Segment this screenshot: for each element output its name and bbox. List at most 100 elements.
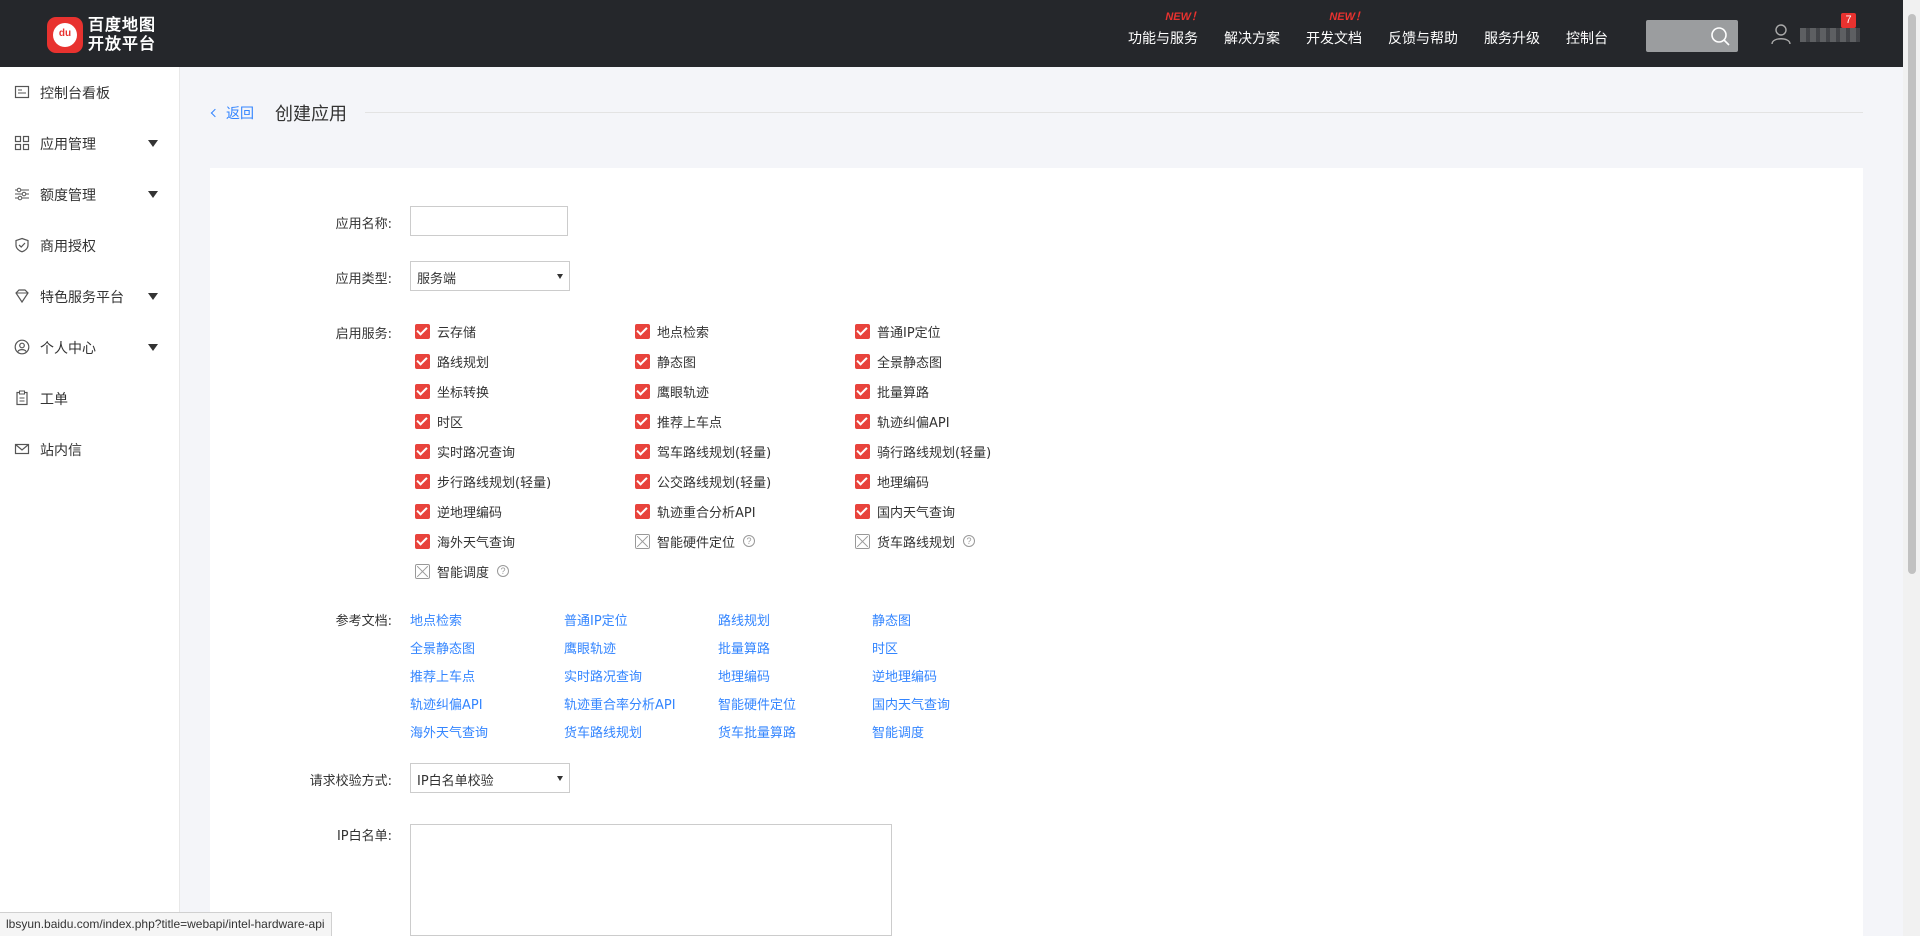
- service-checkbox[interactable]: 云存储: [415, 322, 476, 341]
- service-checkbox[interactable]: 鹰眼轨迹: [635, 382, 709, 401]
- notification-badge[interactable]: 7: [1841, 13, 1856, 28]
- sidebar-item-personal-center[interactable]: 个人中心: [0, 327, 180, 367]
- app-name-label: 应用名称:: [335, 217, 392, 232]
- help-icon[interactable]: ?: [497, 565, 510, 577]
- service-checkbox[interactable]: 逆地理编码: [415, 502, 502, 521]
- sidebar-item-ticket[interactable]: 工单: [0, 378, 180, 418]
- checked-icon: [855, 383, 870, 399]
- ip-whitelist-textarea[interactable]: [410, 824, 892, 936]
- service-checkbox[interactable]: 轨迹纠偏API: [855, 412, 950, 431]
- service-checkbox-disabled[interactable]: 智能调度?: [415, 562, 510, 581]
- chevron-left-icon: [210, 108, 220, 118]
- service-checkbox[interactable]: 步行路线规划(轻量): [415, 472, 551, 491]
- search-input[interactable]: [1652, 24, 1712, 48]
- checked-icon: [415, 473, 430, 489]
- help-icon[interactable]: ?: [743, 535, 756, 547]
- checked-icon: [415, 533, 430, 549]
- doc-link[interactable]: 海外天气查询: [410, 722, 488, 741]
- map-pin-icon: du: [47, 17, 83, 53]
- help-icon[interactable]: ?: [963, 535, 976, 547]
- top-navigation-bar: du 百度地图 开放平台 功能与服务 NEW！ 解决方案 开发文档 NEW！ 反馈与…: [0, 0, 1903, 67]
- docs-label: 参考文档:: [335, 614, 392, 629]
- service-checkbox[interactable]: 推荐上车点: [635, 412, 722, 431]
- service-checkbox-disabled[interactable]: 货车路线规划?: [855, 532, 976, 551]
- service-checkbox[interactable]: 地点检索: [635, 322, 709, 341]
- doc-link[interactable]: 货车路线规划: [564, 722, 642, 741]
- doc-link[interactable]: 推荐上车点: [410, 666, 475, 685]
- back-link[interactable]: 返回: [210, 103, 254, 123]
- app-type-select[interactable]: 服务端: [410, 261, 570, 291]
- logo-text: 百度地图 开放平台: [88, 15, 156, 53]
- doc-link[interactable]: 智能调度: [872, 722, 924, 741]
- checked-icon: [855, 413, 870, 429]
- baidu-map-logo[interactable]: du 百度地图 开放平台: [47, 15, 163, 53]
- sidebar-item-commercial[interactable]: 商用授权: [0, 225, 180, 265]
- checked-icon: [635, 383, 650, 399]
- doc-link[interactable]: 轨迹重合率分析API: [564, 694, 676, 713]
- service-checkbox[interactable]: 公交路线规划(轻量): [635, 472, 771, 491]
- service-checkbox[interactable]: 实时路况查询: [415, 442, 515, 461]
- service-checkbox[interactable]: 路线规划: [415, 352, 489, 371]
- service-checkbox[interactable]: 坐标转换: [415, 382, 489, 401]
- nav-upgrade[interactable]: 服务升级: [1484, 28, 1540, 48]
- user-name-blurred[interactable]: [1800, 28, 1860, 42]
- doc-link[interactable]: 批量算路: [718, 638, 770, 657]
- service-checkbox[interactable]: 地理编码: [855, 472, 929, 491]
- service-checkbox[interactable]: 海外天气查询: [415, 532, 515, 551]
- caret-down-icon: [148, 293, 158, 300]
- checked-icon: [855, 443, 870, 459]
- sidebar-label: 个人中心: [40, 341, 96, 357]
- doc-link[interactable]: 静态图: [872, 610, 911, 629]
- ip-whitelist-label: IP白名单:: [336, 829, 392, 844]
- doc-link[interactable]: 地点检索: [410, 610, 462, 629]
- logo-line-1: 百度地图: [88, 15, 157, 34]
- sidebar-item-special-services[interactable]: 特色服务平台: [0, 276, 180, 316]
- doc-link[interactable]: 路线规划: [718, 610, 770, 629]
- service-checkbox[interactable]: 驾车路线规划(轻量): [635, 442, 771, 461]
- checked-icon: [855, 473, 870, 489]
- search-icon[interactable]: [1710, 26, 1730, 46]
- service-checkbox[interactable]: 全景静态图: [855, 352, 942, 371]
- doc-link[interactable]: 时区: [872, 638, 898, 657]
- grid-icon: [14, 135, 30, 151]
- app-name-input[interactable]: [410, 206, 568, 236]
- service-checkbox[interactable]: 批量算路: [855, 382, 929, 401]
- link-hover-status-url: lbsyun.baidu.com/index.php?title=webapi/…: [0, 912, 332, 936]
- doc-link[interactable]: 智能硬件定位: [718, 694, 796, 713]
- user-icon[interactable]: [1770, 23, 1792, 45]
- checked-icon: [635, 503, 650, 519]
- checked-icon: [415, 323, 430, 339]
- caret-down-icon: [148, 344, 158, 351]
- doc-link[interactable]: 鹰眼轨迹: [564, 638, 616, 657]
- doc-link[interactable]: 逆地理编码: [872, 666, 937, 685]
- doc-link[interactable]: 全景静态图: [410, 638, 475, 657]
- service-checkbox[interactable]: 普通IP定位: [855, 322, 941, 341]
- scrollbar-thumb[interactable]: [1908, 14, 1916, 574]
- nav-console[interactable]: 控制台: [1566, 28, 1608, 48]
- page-title: 创建应用: [275, 104, 347, 125]
- nav-solutions[interactable]: 解决方案: [1224, 28, 1280, 48]
- doc-link[interactable]: 普通IP定位: [564, 610, 628, 629]
- nav-features[interactable]: 功能与服务 NEW！: [1128, 11, 1202, 48]
- service-checkbox[interactable]: 时区: [415, 412, 463, 431]
- sidebar-item-quota[interactable]: 额度管理: [0, 174, 180, 214]
- doc-link[interactable]: 实时路况查询: [564, 666, 642, 685]
- doc-link[interactable]: 地理编码: [718, 666, 770, 685]
- doc-link[interactable]: 国内天气查询: [872, 694, 950, 713]
- service-checkbox[interactable]: 静态图: [635, 352, 696, 371]
- sidebar-item-dashboard[interactable]: 控制台看板: [0, 72, 180, 112]
- service-checkbox[interactable]: 国内天气查询: [855, 502, 955, 521]
- doc-link[interactable]: 轨迹纠偏API: [410, 694, 483, 713]
- sidebar-item-messages[interactable]: 站内信: [0, 429, 180, 469]
- service-checkbox[interactable]: 骑行路线规划(轻量): [855, 442, 991, 461]
- doc-link[interactable]: 货车批量算路: [718, 722, 796, 741]
- checked-icon: [415, 503, 430, 519]
- nav-docs[interactable]: 开发文档 NEW！: [1306, 11, 1366, 48]
- sidebar-item-app-management[interactable]: 应用管理: [0, 123, 180, 163]
- verify-method-select[interactable]: IP白名单校验: [410, 763, 570, 793]
- page-scrollbar[interactable]: [1903, 0, 1920, 936]
- nav-feedback[interactable]: 反馈与帮助: [1388, 28, 1458, 48]
- service-checkbox-disabled[interactable]: 智能硬件定位?: [635, 532, 756, 551]
- shield-check-icon: [15, 237, 29, 253]
- service-checkbox[interactable]: 轨迹重合分析API: [635, 502, 756, 521]
